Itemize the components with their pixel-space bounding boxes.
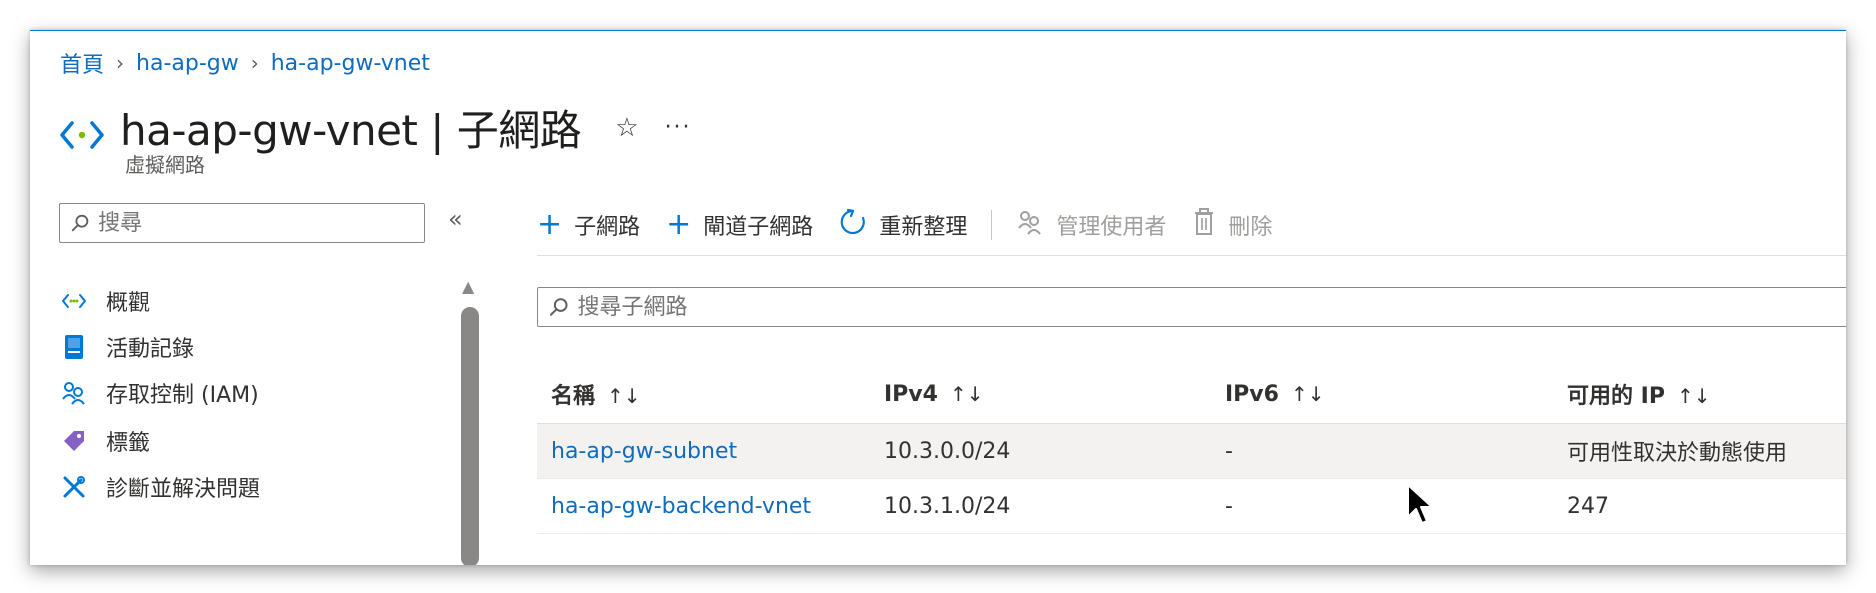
add-subnet-button[interactable]: + 子網路 [537, 209, 640, 241]
column-header-label: 可用的 IP [1567, 384, 1665, 409]
activity-log-icon [60, 333, 88, 361]
sidebar-item-iam[interactable]: 存取控制 (IAM) [60, 377, 259, 409]
more-options-icon[interactable]: ··· [665, 115, 692, 140]
add-subnet-label: 子網路 [574, 215, 641, 240]
breadcrumb: 首頁 › ha-ap-gw › ha-ap-gw-vnet [60, 47, 430, 79]
breadcrumb-parent[interactable]: ha-ap-gw [136, 51, 239, 76]
subnet-ipv4: 10.3.1.0/24 [884, 493, 1011, 519]
toolbar-separator [537, 255, 1846, 256]
subnet-search[interactable] [537, 287, 1846, 327]
toolbar-divider [991, 210, 993, 240]
trash-icon [1192, 208, 1216, 242]
refresh-label: 重新整理 [879, 215, 968, 240]
delete-button[interactable]: 刪除 [1192, 208, 1272, 242]
sidebar-scrollbar-thumb[interactable] [461, 307, 479, 565]
add-gateway-subnet-button[interactable]: + 閘道子網路 [666, 209, 813, 241]
manage-users-icon [1016, 208, 1044, 242]
plus-icon: + [537, 207, 563, 242]
column-header-label: IPv4 [884, 381, 938, 407]
page-subtitle: 虛擬網路 [125, 153, 205, 177]
sidebar-item-tags[interactable]: 標籤 [60, 425, 150, 457]
table-row[interactable]: ha-ap-gw-backend-vnet 10.3.1.0/24 - 247 [537, 479, 1846, 534]
vnet-icon [60, 120, 104, 149]
vnet-icon [60, 287, 88, 315]
sidebar-item-label: 標籤 [106, 431, 151, 456]
plus-icon: + [666, 207, 692, 242]
chevron-right-icon: › [250, 51, 259, 75]
delete-label: 刪除 [1228, 215, 1273, 240]
sidebar-item-label: 活動記錄 [106, 337, 195, 362]
subnet-search-input[interactable] [575, 293, 1846, 321]
iam-icon [60, 379, 88, 407]
manage-users-label: 管理使用者 [1056, 215, 1167, 240]
add-gateway-subnet-label: 閘道子網路 [703, 215, 814, 240]
search-icon [71, 214, 89, 232]
sidebar-item-label: 診斷並解決問題 [106, 477, 261, 502]
sidebar-item-overview[interactable]: 概觀 [60, 285, 150, 317]
sort-icon[interactable]: ↑↓ [1291, 382, 1325, 406]
column-header-label: IPv6 [1225, 381, 1279, 407]
scroll-up-arrow-icon[interactable]: ▲ [462, 277, 474, 296]
column-header-name[interactable]: 名稱 ↑↓ [537, 378, 874, 410]
sort-icon[interactable]: ↑↓ [607, 384, 641, 408]
search-icon [549, 298, 568, 316]
subnets-table: 名稱 ↑↓ IPv4 ↑↓ IPv6 ↑↓ 可用的 IP ↑↓ ha-ap-gw-sub… [537, 365, 1846, 534]
chevron-right-icon: › [116, 51, 125, 75]
column-header-ipv4[interactable]: IPv4 ↑↓ [874, 382, 1215, 407]
subnet-name-link[interactable]: ha-ap-gw-subnet [551, 439, 737, 464]
collapse-sidebar-icon[interactable]: « [448, 205, 463, 233]
subnet-available-ips: 可用性取決於動態使用 [1567, 441, 1788, 466]
subnet-name-link[interactable]: ha-ap-gw-backend-vnet [551, 494, 811, 519]
sidebar-item-activity-log[interactable]: 活動記錄 [60, 331, 194, 363]
sidebar-item-label: 存取控制 (IAM) [106, 383, 259, 408]
breadcrumb-current[interactable]: ha-ap-gw-vnet [271, 51, 430, 76]
portal-window: 首頁 › ha-ap-gw › ha-ap-gw-vnet ha-ap-gw-v… [30, 30, 1846, 565]
column-header-ipv6[interactable]: IPv6 ↑↓ [1215, 382, 1555, 407]
table-header: 名稱 ↑↓ IPv4 ↑↓ IPv6 ↑↓ 可用的 IP ↑↓ [537, 365, 1846, 424]
sidebar-search[interactable] [59, 203, 425, 243]
sidebar-search-input[interactable] [96, 209, 424, 237]
sort-icon[interactable]: ↑↓ [950, 382, 984, 406]
column-header-label: 名稱 [551, 384, 596, 409]
subnet-available-ips: 247 [1567, 493, 1609, 519]
refresh-icon [839, 208, 867, 242]
command-bar: + 子網路 + 閘道子網路 重新整理 管理使用者 刪除 [537, 203, 1298, 247]
column-header-available-ips[interactable]: 可用的 IP ↑↓ [1555, 378, 1846, 410]
sidebar-item-label: 概觀 [106, 291, 151, 316]
subnet-ipv4: 10.3.0.0/24 [884, 438, 1011, 464]
subnet-ipv6: - [1225, 493, 1233, 519]
sort-icon[interactable]: ↑↓ [1677, 384, 1711, 408]
favorite-star-icon[interactable]: ☆ [615, 113, 638, 143]
manage-users-button[interactable]: 管理使用者 [1016, 208, 1166, 242]
mouse-pointer-icon [1407, 484, 1433, 524]
breadcrumb-home[interactable]: 首頁 [60, 47, 104, 79]
table-row[interactable]: ha-ap-gw-subnet 10.3.0.0/24 - 可用性取決於動態使用 [537, 424, 1846, 479]
subnet-ipv6: - [1225, 438, 1233, 464]
diagnose-icon [60, 473, 88, 501]
sidebar-item-diagnose[interactable]: 診斷並解決問題 [60, 471, 260, 503]
tag-icon [60, 427, 88, 455]
refresh-button[interactable]: 重新整理 [839, 208, 967, 242]
